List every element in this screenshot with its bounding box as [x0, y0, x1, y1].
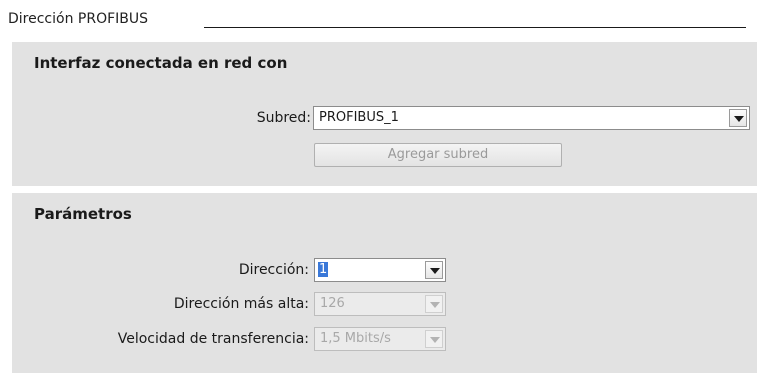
subnet-value: PROFIBUS_1 [319, 110, 399, 125]
network-section: Interfaz conectada en red con Subred: PR… [12, 42, 757, 186]
subnet-label: Subred: [256, 110, 311, 126]
add-subnet-button[interactable]: Agregar subred [314, 143, 562, 167]
transfer-speed-value: 1,5 Mbits/s [320, 331, 391, 346]
transfer-speed-label: Velocidad de transferencia: [117, 331, 309, 347]
chevron-down-icon [425, 330, 443, 348]
subnet-dropdown[interactable]: PROFIBUS_1 [313, 106, 750, 130]
chevron-down-icon[interactable] [729, 109, 747, 127]
chevron-down-icon [425, 295, 443, 313]
address-label: Dirección: [238, 262, 309, 278]
parameters-section-title: Parámetros [34, 205, 132, 223]
transfer-speed-dropdown[interactable]: 1,5 Mbits/s [314, 327, 446, 351]
network-section-title: Interfaz conectada en red con [34, 54, 288, 72]
highest-address-value: 126 [320, 296, 345, 311]
chevron-down-icon[interactable] [425, 261, 443, 279]
address-dropdown[interactable]: 1 [314, 258, 446, 282]
header-divider [204, 27, 746, 28]
section-header: Dirección PROFIBUS [8, 4, 752, 32]
highest-address-dropdown[interactable]: 126 [314, 292, 446, 316]
highest-address-label: Dirección más alta: [173, 296, 309, 312]
parameters-section: Parámetros Dirección: 1 Dirección más al… [12, 193, 757, 373]
address-value[interactable]: 1 [318, 262, 329, 277]
section-header-title: Dirección PROFIBUS [8, 11, 163, 27]
